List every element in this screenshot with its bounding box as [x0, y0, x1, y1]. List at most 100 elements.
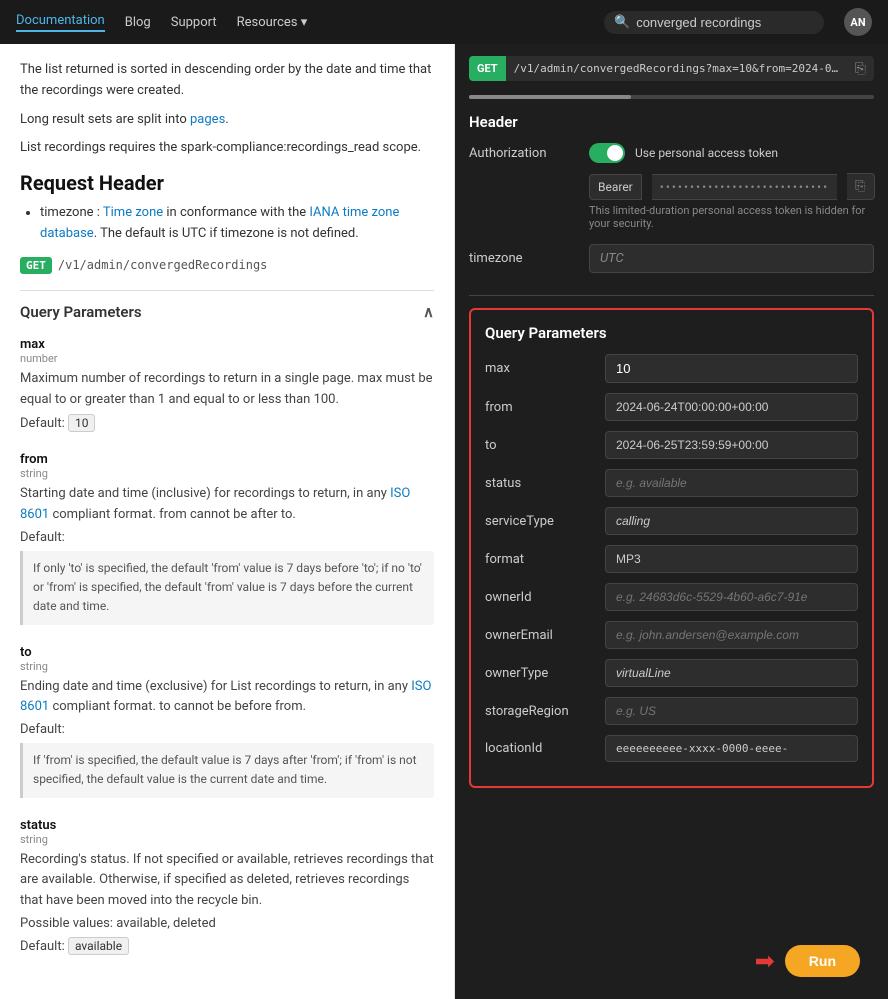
field-label-to: to [485, 438, 595, 453]
field-input-format[interactable] [605, 545, 858, 573]
copy-url-icon[interactable]: ⎘ [847, 61, 874, 77]
param-max-default-value: 10 [68, 414, 96, 432]
param-to-name: to [20, 645, 434, 660]
search-input[interactable] [636, 15, 796, 30]
param-to-desc: Ending date and time (exclusive) for Lis… [20, 677, 434, 719]
bearer-copy-icon[interactable]: ⎘ [847, 173, 874, 200]
auth-toggle[interactable] [589, 143, 625, 163]
intro-line-3: List recordings requires the spark-compl… [20, 138, 434, 159]
field-input-ownerType[interactable] [605, 659, 858, 687]
main-layout: The list returned is sorted in descendin… [0, 44, 888, 999]
scroll-bar [469, 95, 874, 99]
field-input-from[interactable] [605, 393, 858, 421]
search-box: 🔍 [604, 11, 824, 34]
param-status-default-value: available [68, 937, 129, 955]
bearer-dots: •••••••••••••••••••••••••••• [652, 174, 837, 200]
nav-documentation[interactable]: Documentation [16, 13, 105, 32]
url-bar: GET /v1/admin/convergedRecordings?max=10… [469, 56, 874, 81]
param-max-desc: Maximum number of recordings to return i… [20, 369, 434, 411]
field-label-format: format [485, 552, 595, 567]
field-row-storageRegion: storageRegion [485, 697, 858, 725]
param-to-note: If 'from' is specified, the default valu… [20, 743, 434, 797]
header-section-label: Header [469, 113, 874, 131]
param-from-name: from [20, 452, 434, 467]
search-icon: 🔍 [614, 15, 630, 30]
param-status-default: Default: available [20, 937, 434, 955]
iso8601-link-from[interactable]: ISO 8601 [20, 486, 410, 522]
field-input-max[interactable] [605, 354, 858, 383]
top-nav: Documentation Blog Support Resources ▾ 🔍… [0, 0, 888, 44]
field-label-from: from [485, 400, 595, 415]
field-row-locationId: locationId [485, 735, 858, 762]
toggle-knob [607, 145, 623, 161]
avatar: AN [844, 8, 872, 36]
intro-line-1: The list returned is sorted in descendin… [20, 60, 434, 102]
auth-row: Authorization Use personal access token [469, 143, 874, 163]
param-status-type: string [20, 833, 434, 846]
param-to: to string Ending date and time (exclusiv… [20, 645, 434, 798]
pages-link[interactable]: pages [190, 112, 225, 127]
query-params-section: Query Parameters max from to status [469, 308, 874, 788]
nav-resources[interactable]: Resources ▾ [237, 15, 308, 30]
timezone-label: timezone [469, 251, 579, 266]
field-label-ownerType: ownerType [485, 666, 595, 681]
timezone-link[interactable]: Time zone [103, 205, 163, 220]
field-label-storageRegion: storageRegion [485, 704, 595, 719]
run-button[interactable]: Run [785, 945, 860, 977]
iso8601-link-to[interactable]: ISO 8601 [20, 679, 431, 715]
param-status-possible-values: Possible values: available, deleted [20, 916, 434, 931]
intro-line-2: Long result sets are split into pages. [20, 110, 434, 131]
field-input-storageRegion[interactable] [605, 697, 858, 725]
field-row-serviceType: serviceType [485, 507, 858, 535]
field-input-ownerId[interactable] [605, 583, 858, 611]
param-max: max number Maximum number of recordings … [20, 337, 434, 433]
nav-blog[interactable]: Blog [125, 15, 151, 30]
timezone-row: timezone UTC [469, 244, 874, 273]
bearer-label: Bearer [589, 174, 642, 200]
param-from-default-label: Default: [20, 530, 434, 545]
field-row-to: to [485, 431, 858, 459]
run-bar: ➡ Run [469, 935, 874, 987]
divider [469, 295, 874, 296]
field-label-serviceType: serviceType [485, 514, 595, 529]
param-max-name: max [20, 337, 434, 352]
url-text: /v1/admin/convergedRecordings?max=10&fro… [506, 56, 847, 81]
field-row-ownerId: ownerId [485, 583, 858, 611]
auth-label: Authorization [469, 146, 579, 161]
field-label-ownerEmail: ownerEmail [485, 628, 595, 643]
query-params-title: Query Parameters [485, 324, 858, 342]
param-to-type: string [20, 660, 434, 673]
field-input-serviceType[interactable] [605, 507, 858, 535]
token-note: This limited-duration personal access to… [589, 204, 874, 230]
nav-support[interactable]: Support [171, 15, 217, 30]
param-from-note: If only 'to' is specified, the default '… [20, 551, 434, 625]
left-panel: The list returned is sorted in descendin… [0, 44, 455, 999]
field-row-status: status [485, 469, 858, 497]
field-label-max: max [485, 361, 595, 376]
field-label-status: status [485, 476, 595, 491]
param-max-type: number [20, 352, 434, 365]
request-header-title: Request Header [20, 171, 434, 195]
field-input-to[interactable] [605, 431, 858, 459]
timezone-value[interactable]: UTC [589, 244, 874, 273]
field-input-locationId[interactable] [605, 735, 858, 762]
param-from-type: string [20, 467, 434, 480]
right-panel: GET /v1/admin/convergedRecordings?max=10… [455, 44, 888, 999]
iana-link[interactable]: IANA time zone database [40, 205, 399, 241]
get-badge: GET [20, 257, 52, 274]
field-row-format: format [485, 545, 858, 573]
field-label-ownerId: ownerId [485, 590, 595, 605]
param-max-default: Default: 10 [20, 414, 434, 432]
field-input-status[interactable] [605, 469, 858, 497]
param-status-name: status [20, 818, 434, 833]
query-params-label: Query Parameters [20, 303, 142, 321]
field-row-ownerType: ownerType [485, 659, 858, 687]
query-params-header: Query Parameters ∧ [20, 290, 434, 329]
chevron-up-icon[interactable]: ∧ [423, 303, 434, 321]
field-row-from: from [485, 393, 858, 421]
auth-toggle-text: Use personal access token [635, 146, 778, 160]
field-row-max: max [485, 354, 858, 383]
field-input-ownerEmail[interactable] [605, 621, 858, 649]
param-status: status string Recording's status. If not… [20, 818, 434, 955]
param-from: from string Starting date and time (incl… [20, 452, 434, 624]
